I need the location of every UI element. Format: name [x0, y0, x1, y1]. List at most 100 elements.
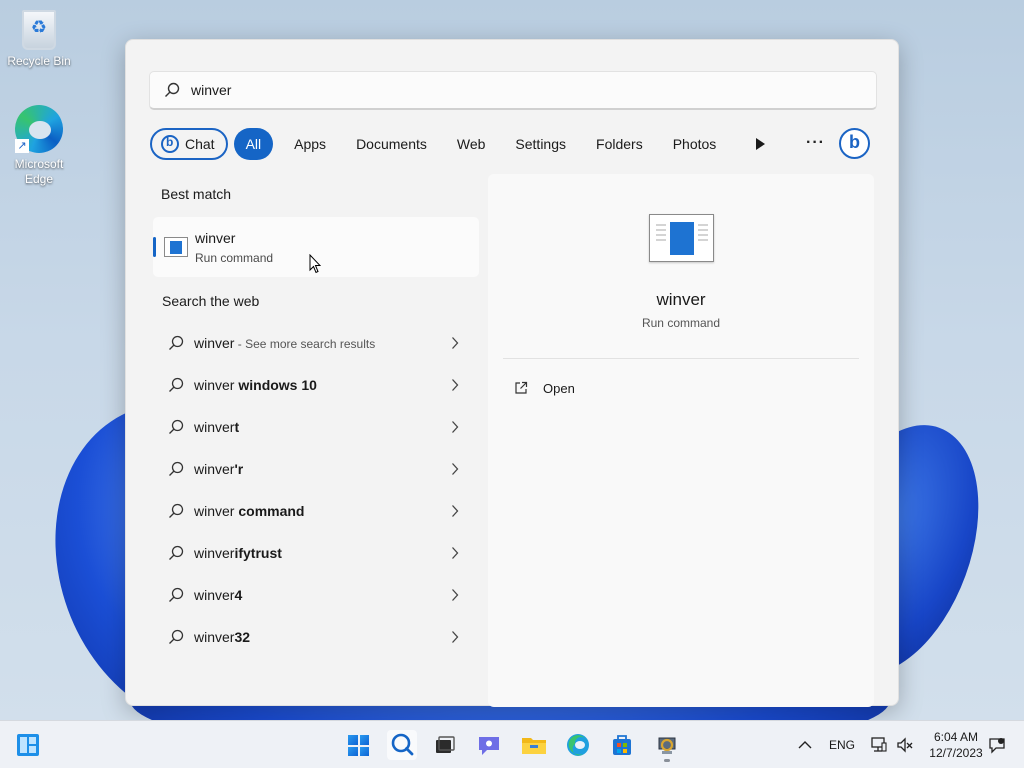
windows-logo-icon [348, 735, 369, 756]
shortcut-arrow-icon: ↗ [15, 139, 29, 153]
clock-time: 6:04 AM [933, 730, 979, 744]
widgets-button[interactable] [13, 730, 43, 760]
chat-teams-button[interactable] [474, 730, 504, 760]
search-icon [391, 733, 414, 756]
tab-label: Documents [356, 136, 427, 152]
web-result-item[interactable]: winverifytrust [153, 532, 479, 574]
desktop-icon-recycle-bin[interactable]: Recycle Bin [4, 10, 74, 69]
app-settings-button[interactable] [652, 730, 682, 760]
edge-taskbar-button[interactable] [563, 730, 593, 760]
web-result-text: winver32 [194, 629, 251, 645]
task-view-icon [436, 736, 455, 753]
tab-settings[interactable]: Settings [502, 128, 579, 160]
search-input[interactable] [191, 72, 791, 108]
taskbar-search-button[interactable] [387, 730, 417, 760]
open-label: Open [543, 380, 575, 396]
web-result-item[interactable]: winver'r [153, 448, 479, 490]
tab-photos[interactable]: Photos [660, 128, 730, 160]
tab-label: Settings [515, 136, 567, 152]
best-match-subtitle: Run command [195, 251, 274, 265]
web-result-text: winverifytrust [194, 545, 282, 561]
detail-subtitle: Run command [641, 316, 721, 330]
search-box[interactable] [149, 71, 877, 110]
winver-app-icon [164, 237, 188, 257]
tab-folders[interactable]: Folders [583, 128, 656, 160]
desktop-icon-label: Microsoft Edge [14, 157, 64, 186]
bing-button[interactable]: b [839, 128, 870, 159]
web-results-list: winver - See more search results winver … [153, 322, 479, 658]
web-result-item[interactable]: winver4 [153, 574, 479, 616]
chevron-right-icon [452, 631, 459, 643]
detail-title: winver [656, 290, 706, 309]
mouse-cursor-icon [309, 254, 321, 274]
search-icon [169, 587, 184, 602]
filter-tabs: Chat All Apps Documents Web Settings Fol… [150, 127, 733, 161]
tab-label: All [245, 136, 262, 152]
chevron-right-icon [452, 463, 459, 475]
network-icon[interactable] [870, 736, 888, 754]
language-indicator[interactable]: ENG [829, 721, 855, 768]
search-icon [169, 335, 184, 350]
play-icon[interactable] [752, 136, 768, 152]
store-button[interactable] [607, 730, 637, 760]
web-result-item[interactable]: winver command [153, 490, 479, 532]
chevron-right-icon [452, 589, 459, 601]
tab-web[interactable]: Web [444, 128, 499, 160]
web-result-text: winver windows 10 [194, 377, 317, 393]
search-icon [169, 503, 184, 518]
notifications-icon[interactable] [988, 736, 1006, 754]
taskbar: ENG 6:04 AM 12/7/2023 [0, 720, 1024, 768]
web-result-item[interactable]: winver - See more search results [153, 322, 479, 364]
search-icon [169, 377, 184, 392]
tab-all[interactable]: All [233, 128, 274, 160]
search-icon [169, 545, 184, 560]
open-external-icon [515, 381, 528, 394]
tab-apps[interactable]: Apps [281, 128, 339, 160]
tab-label: Folders [596, 136, 643, 152]
running-indicator [664, 759, 670, 762]
chevron-right-icon [452, 421, 459, 433]
more-options-button[interactable]: ··· [806, 134, 825, 152]
winver-glyph [670, 222, 694, 255]
volume-muted-icon[interactable] [896, 736, 914, 754]
edge-icon [567, 734, 589, 756]
chevron-up-icon[interactable] [797, 738, 813, 752]
winver-large-icon [649, 214, 714, 262]
selection-accent [153, 237, 156, 257]
search-web-header: Search the web [162, 293, 260, 309]
best-match-header: Best match [161, 186, 232, 202]
chevron-right-icon [452, 379, 459, 391]
search-panel: Chat All Apps Documents Web Settings Fol… [125, 39, 899, 707]
web-result-text: winver - See more search results [194, 335, 376, 351]
divider [503, 358, 859, 359]
edge-icon: ↗ [15, 105, 63, 153]
search-icon [169, 419, 184, 434]
web-result-text: winver4 [194, 587, 243, 603]
start-button[interactable] [343, 730, 373, 760]
search-icon [169, 629, 184, 644]
desktop-icon-edge[interactable]: ↗ Microsoft Edge [4, 105, 74, 187]
tab-label: Chat [185, 136, 215, 152]
best-match-title: winver [195, 230, 236, 246]
recycle-bin-icon [22, 10, 56, 50]
web-result-text: winvert [194, 419, 240, 435]
chevron-right-icon [452, 337, 459, 349]
search-icon [169, 461, 184, 476]
web-result-text: winver command [194, 503, 305, 519]
web-result-item[interactable]: winver windows 10 [153, 364, 479, 406]
clock[interactable]: 6:04 AM 12/7/2023 [924, 729, 988, 761]
web-result-item[interactable]: winvert [153, 406, 479, 448]
web-result-item[interactable]: winver32 [153, 616, 479, 658]
tab-documents[interactable]: Documents [343, 128, 440, 160]
chevron-right-icon [452, 547, 459, 559]
tab-chat[interactable]: Chat [150, 128, 228, 160]
open-action[interactable]: Open [514, 378, 575, 398]
teams-chat-icon [479, 737, 499, 755]
tab-label: Web [456, 136, 486, 152]
search-icon [165, 82, 180, 97]
chevron-right-icon [452, 505, 459, 517]
file-explorer-button[interactable] [519, 730, 549, 760]
bing-chat-icon [161, 135, 179, 153]
tab-label: Apps [294, 136, 327, 152]
task-view-button[interactable] [430, 730, 460, 760]
